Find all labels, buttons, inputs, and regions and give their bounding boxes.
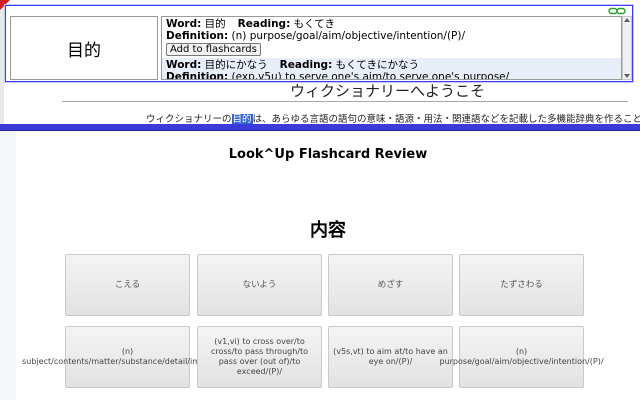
entry-definition: (exp,v5u) to serve one's aim/to serve on… — [231, 71, 510, 80]
lookup-popup: 目的 Word: 目的 Reading: もくてき Definition: (n)… — [5, 5, 633, 82]
reading-choice-card[interactable]: めざす — [328, 254, 453, 316]
reading-label: Reading: — [237, 18, 291, 30]
left-edge-strip — [0, 0, 4, 124]
reading-label: Reading: — [279, 59, 333, 71]
reading-choice-card[interactable]: ないよう — [197, 254, 322, 316]
definition-choice-card[interactable]: (v1,vi) to cross over/to cross/to pass t… — [197, 326, 322, 388]
entry-definition: (n) purpose/goal/aim/objective/intention… — [231, 30, 466, 42]
definition-choice-card[interactable]: (v5s,vt) to aim at/to have an eye on/(P)… — [328, 326, 453, 388]
scroll-down-arrow-icon[interactable] — [624, 74, 630, 78]
reading-choice-card[interactable]: こえる — [65, 254, 190, 316]
word-label: Word: — [166, 18, 202, 30]
review-left-margin — [0, 131, 16, 400]
add-to-flashcards-button[interactable]: Add to flashcards — [166, 43, 261, 56]
wiki-page-title: ウィクショナリーへようこそ — [290, 82, 486, 100]
dictionary-entry: Word: 目的 Reading: もくてき Definition: (n) pu… — [162, 17, 621, 58]
entry-word: 目的にかなう — [204, 59, 268, 71]
popup-results-list[interactable]: Word: 目的 Reading: もくてき Definition: (n) pu… — [161, 16, 622, 80]
definition-choice-card[interactable]: (n) subject/contents/matter/substance/de… — [22, 326, 233, 388]
entry-reading: もくてき — [293, 18, 335, 30]
popup-scrollbar[interactable] — [622, 16, 632, 80]
scroll-up-arrow-icon[interactable] — [624, 18, 630, 22]
current-flashcard-word: 内容 — [310, 220, 346, 241]
word-label: Word: — [166, 59, 202, 71]
chain-link-icon[interactable] — [608, 7, 626, 15]
review-title: Look^Up Flashcard Review — [228, 147, 428, 162]
popup-selected-word: 目的 — [10, 16, 158, 80]
entry-word: 目的 — [204, 18, 226, 30]
definition-label: Definition: — [166, 71, 229, 80]
definition-label: Definition: — [166, 30, 229, 42]
reading-choice-card[interactable]: たずさわる — [459, 254, 584, 316]
wiki-intro-text: ウィクショナリーの目的は、あらゆる言語の語句の意味・語源・用法・関連語などを記載… — [146, 111, 640, 125]
definition-choice-card[interactable]: (n) purpose/goal/aim/objective/intention… — [439, 326, 604, 388]
title-divider — [62, 101, 628, 102]
entry-reading: もくてきにかなう — [335, 59, 419, 71]
dictionary-entry: Word: 目的にかなう Reading: もくてきにかなう Definition… — [162, 58, 621, 80]
flashcard-review-panel: Look^Up Flashcard Review 内容 こえる ないよう めざす… — [16, 131, 640, 400]
